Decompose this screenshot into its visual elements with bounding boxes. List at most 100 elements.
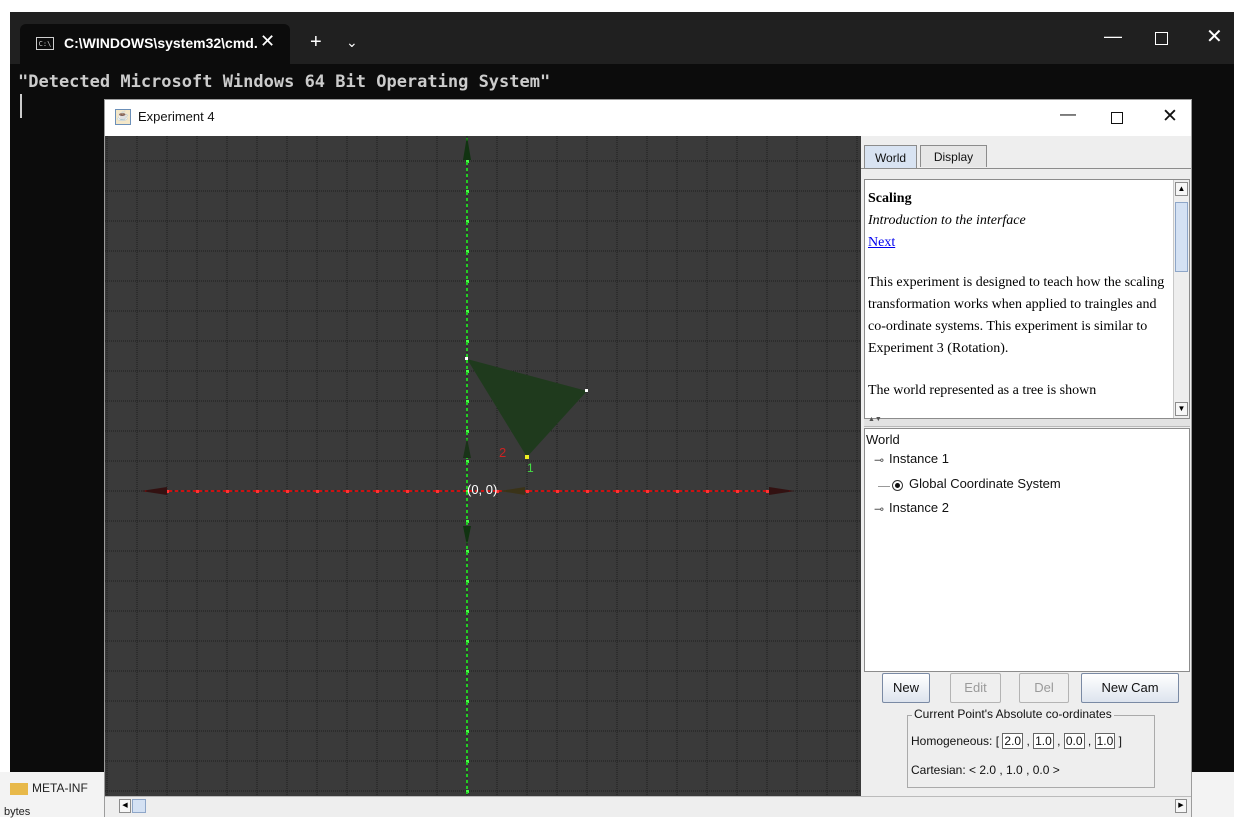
x-axis-tick	[436, 490, 439, 493]
scroll-down-icon[interactable]: ▼	[1175, 402, 1188, 416]
x-axis-arrow-left	[141, 487, 167, 495]
x-axis-tick	[676, 490, 679, 493]
terminal-tab-title: C:\WINDOWS\system32\cmd.	[64, 35, 258, 51]
separator: ,	[1087, 734, 1092, 748]
tree-node-instance-1[interactable]: Instance 1	[889, 451, 949, 466]
info-text: Scaling Introduction to the interface Ne…	[868, 188, 1168, 402]
next-link[interactable]: Next	[868, 232, 1168, 254]
info-pane[interactable]: Scaling Introduction to the interface Ne…	[864, 179, 1190, 419]
separator: ,	[1057, 734, 1061, 748]
tree-node-global-coordinate-system[interactable]: Global Coordinate System	[909, 476, 1061, 491]
info-title: Scaling	[868, 191, 912, 206]
radio-icon[interactable]	[892, 480, 903, 491]
info-paragraph: This experiment is designed to teach how…	[868, 275, 1165, 356]
x-axis-tick	[316, 490, 319, 493]
terminal-cursor	[20, 94, 22, 118]
right-panel: World Display Scaling Introduction to th…	[861, 136, 1191, 796]
info-scrollbar[interactable]: ▲ ▼	[1173, 180, 1189, 418]
x-axis-tick	[616, 490, 619, 493]
tab-display[interactable]: Display	[920, 145, 987, 167]
desktop-right-strip	[1190, 772, 1234, 817]
triangle-vertex-marker	[525, 455, 529, 459]
y-axis-arrow-top	[463, 136, 471, 160]
x-axis-tick	[736, 490, 739, 493]
chevron-down-icon[interactable]: ⌄	[346, 34, 358, 51]
world-canvas[interactable]: (0, 0) 1 2	[105, 136, 861, 796]
info-subtitle: Introduction to the interface	[868, 213, 1026, 228]
tree-node-world[interactable]: World	[866, 432, 900, 447]
scroll-up-icon[interactable]: ▲	[1175, 182, 1188, 196]
edit-button[interactable]: Edit	[950, 673, 1001, 703]
x-axis-tick	[586, 490, 589, 493]
tab-world[interactable]: World	[864, 145, 917, 169]
new-button[interactable]: New	[882, 673, 930, 703]
folder-label[interactable]: META-INF	[32, 781, 88, 795]
vertex-label-2: 2	[499, 445, 506, 460]
origin-label: (0, 0)	[467, 482, 497, 497]
origin-y-arrow	[463, 438, 471, 458]
triangle-vertex-marker	[465, 357, 468, 360]
maximize-icon[interactable]	[1111, 112, 1123, 124]
folder-icon[interactable]	[10, 783, 28, 795]
experiment-window: ☕ Experiment 4 — ✕ (0, 0) 1 2 World Disp…	[104, 99, 1192, 817]
coordinates-legend: Current Point's Absolute co-ordinates	[912, 707, 1114, 721]
x-axis-tick	[376, 490, 379, 493]
separator: ,	[1026, 734, 1030, 748]
x-axis-tick	[286, 490, 289, 493]
terminal-tab[interactable]: C:\ C:\WINDOWS\system32\cmd. ✕	[20, 24, 290, 64]
desktop-background	[0, 0, 1234, 12]
java-icon: ☕	[115, 109, 131, 125]
grid-lines	[105, 136, 861, 796]
x-axis-tick	[406, 490, 409, 493]
window-title: Experiment 4	[138, 109, 215, 124]
tree-key-icon[interactable]: ⊸	[874, 453, 884, 467]
canvas-drawing[interactable]: (0, 0) 1 2	[105, 136, 861, 796]
x-axis-tick	[196, 490, 199, 493]
new-cam-button[interactable]: New Cam	[1081, 673, 1179, 703]
homogeneous-x-field[interactable]: 2.0	[1002, 733, 1024, 749]
close-tab-icon[interactable]: ✕	[260, 31, 275, 52]
close-icon[interactable]: ✕	[1206, 24, 1223, 49]
origin-x-arrow	[500, 487, 525, 495]
homogeneous-label: Homogeneous: [	[911, 734, 1000, 748]
homogeneous-line: Homogeneous: [ 2.0 , 1.0 , 0.0 , 1.0 ]	[911, 733, 1122, 749]
x-axis-tick	[556, 490, 559, 493]
bytes-label: bytes	[4, 806, 31, 818]
x-axis-tick	[346, 490, 349, 493]
homogeneous-y-field[interactable]: 1.0	[1033, 733, 1054, 749]
scroll-right-icon[interactable]: ▶	[1175, 799, 1187, 813]
x-axis-tick	[706, 490, 709, 493]
x-axis-arrow-right	[769, 487, 795, 495]
triangle-vertex-marker	[585, 389, 588, 392]
x-axis-tick	[646, 490, 649, 493]
scroll-thumb[interactable]	[132, 799, 146, 813]
scroll-thumb[interactable]	[1175, 202, 1188, 272]
x-axis-tick	[226, 490, 229, 493]
pane-splitter[interactable]: ▲▼	[864, 416, 1190, 427]
tab-divider	[861, 168, 1191, 169]
close-bracket: ]	[1118, 734, 1122, 748]
cartesian-line: Cartesian: < 2.0 , 1.0 , 0.0 >	[911, 763, 1060, 777]
world-tree[interactable]: World ⊸ Instance 1 Global Coordinate Sys…	[864, 428, 1190, 672]
close-icon[interactable]: ✕	[1162, 105, 1178, 128]
minimize-icon[interactable]: —	[1060, 106, 1076, 124]
new-tab-icon[interactable]: +	[310, 31, 322, 54]
vertex-label-1: 1	[527, 461, 534, 475]
triangle[interactable]	[467, 359, 587, 457]
tree-key-icon[interactable]: ⊸	[874, 502, 884, 516]
window-title-bar[interactable]: ☕ Experiment 4 — ✕	[105, 100, 1191, 136]
tree-node-instance-2[interactable]: Instance 2	[889, 500, 949, 515]
delete-button[interactable]: Del	[1019, 673, 1069, 703]
homogeneous-w-field[interactable]: 1.0	[1094, 733, 1116, 749]
info-paragraph: The world represented as a tree is shown	[868, 383, 1097, 398]
homogeneous-z-field[interactable]: 0.0	[1063, 733, 1085, 749]
x-axis-tick	[766, 490, 769, 493]
horizontal-scrollbar[interactable]: ◀ ▶	[105, 796, 1191, 817]
splitter-arrows-icon[interactable]: ▲▼	[868, 416, 882, 423]
maximize-icon[interactable]	[1155, 32, 1168, 45]
scroll-left-icon[interactable]: ◀	[119, 799, 131, 813]
terminal-tab-bar: C:\ C:\WINDOWS\system32\cmd. ✕ + ⌄ — ✕	[10, 12, 1234, 64]
terminal-output-line: "Detected Microsoft Windows 64 Bit Opera…	[18, 72, 551, 92]
minimize-icon[interactable]: —	[1104, 26, 1122, 47]
y-axis-arrow-bottom	[463, 526, 471, 546]
